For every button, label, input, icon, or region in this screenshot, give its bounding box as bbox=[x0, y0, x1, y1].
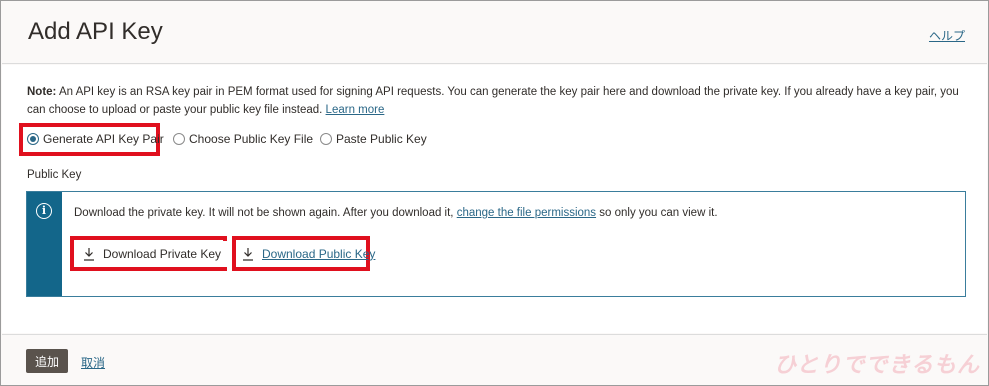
radio-label: Generate API Key Pair bbox=[43, 132, 164, 146]
cancel-link[interactable]: 取消 bbox=[81, 354, 105, 371]
info-text-after: so only you can view it. bbox=[596, 207, 718, 219]
note-text: Note: An API key is an RSA key pair in P… bbox=[27, 83, 967, 119]
radio-generate-key-pair[interactable]: Generate API Key Pair bbox=[27, 129, 164, 149]
download-public-key-link[interactable]: Download Public Key bbox=[236, 241, 381, 267]
download-icon bbox=[243, 248, 253, 261]
download-icon bbox=[84, 248, 94, 261]
download-private-key-button[interactable]: Download Private Key bbox=[75, 241, 230, 267]
change-file-permissions-link[interactable]: change the file permissions bbox=[457, 207, 596, 219]
add-button[interactable]: 追加 bbox=[26, 349, 68, 373]
radio-label: Paste Public Key bbox=[336, 132, 427, 146]
learn-more-link[interactable]: Learn more bbox=[326, 104, 385, 116]
radio-unchecked-icon bbox=[320, 133, 332, 145]
add-api-key-dialog: Add API Key ヘルプ Note: An API key is an R… bbox=[0, 0, 989, 386]
radio-checked-icon bbox=[27, 133, 39, 145]
radio-choose-public-key-file[interactable]: Choose Public Key File bbox=[173, 129, 313, 149]
info-message-box: i Download the private key. It will not … bbox=[26, 191, 966, 297]
dialog-body: Note: An API key is an RSA key pair in P… bbox=[2, 65, 987, 333]
download-public-key-label: Download Public Key bbox=[262, 247, 376, 261]
info-message: Download the private key. It will not be… bbox=[74, 207, 718, 219]
watermark-logo: ひとりでできるもん bbox=[774, 353, 980, 378]
help-link[interactable]: ヘルプ bbox=[929, 27, 965, 44]
dialog-title: Add API Key bbox=[28, 18, 163, 45]
radio-unchecked-icon bbox=[173, 133, 185, 145]
dialog-header: Add API Key ヘルプ bbox=[2, 2, 987, 64]
note-label: Note: bbox=[27, 86, 57, 98]
radio-label: Choose Public Key File bbox=[189, 132, 314, 146]
info-text-before: Download the private key. It will not be… bbox=[74, 207, 457, 219]
radio-paste-public-key[interactable]: Paste Public Key bbox=[320, 129, 427, 149]
download-private-key-label: Download Private Key bbox=[103, 247, 222, 261]
info-strip: i bbox=[27, 192, 62, 296]
info-icon: i bbox=[36, 203, 52, 219]
note-body: An API key is an RSA key pair in PEM for… bbox=[27, 86, 959, 116]
public-key-label: Public Key bbox=[27, 169, 82, 181]
